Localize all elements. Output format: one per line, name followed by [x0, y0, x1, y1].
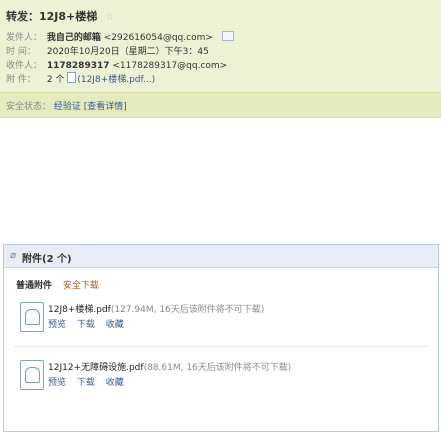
sender-label: 发件人：	[6, 33, 43, 43]
download-button[interactable]: 下载	[77, 378, 95, 388]
safe-download-tip[interactable]: 安全下载	[63, 281, 99, 291]
sender-row: 发件人： 我自己的邮箱 <292616054@qq.com>	[6, 30, 234, 43]
recipient-email[interactable]: <1178289317@qq.com>	[112, 61, 227, 71]
attachments-panel: ⌀ 附件(2 个) 普通附件 安全下载 12J8+楼梯.pdf(127.94M,…	[3, 244, 439, 432]
attachment-filename[interactable]: 12J12+无障碍设施.pdf(88.61M, 16天后该附件将不可下载)	[48, 360, 291, 373]
file-icon	[67, 72, 77, 83]
star-icon[interactable]: ☆	[105, 12, 114, 23]
attachment-item: 12J8+楼梯.pdf(127.94M, 16天后该附件将不可下载) 预览 下载…	[14, 297, 434, 345]
time-value: 2020年10月20日（星期二）下午3：45	[46, 47, 209, 57]
mail-subject: 转发：12J8+楼梯 ☆	[6, 8, 114, 24]
attachment-actions: 预览 下载 收藏	[48, 375, 132, 388]
attachment-row: 附 件： 2 个 (12J8+楼梯.pdf...)	[6, 72, 155, 85]
attachments-header: ⌀ 附件(2 个)	[4, 245, 438, 268]
paperclip-icon: ⌀	[10, 250, 17, 261]
attachment-filename[interactable]: 12J8+楼梯.pdf(127.94M, 16天后该附件将不可下载)	[48, 302, 264, 315]
sender-name[interactable]: 我自己的邮箱	[47, 33, 101, 43]
time-row: 时 间： 2020年10月20日（星期二）下午3：45	[6, 44, 209, 57]
save-button[interactable]: 收藏	[106, 378, 124, 388]
security-status: 安全状态： 经验证 [查看详情]	[6, 99, 127, 112]
preview-button[interactable]: 预览	[48, 378, 66, 388]
security-status-label: 安全状态：	[6, 102, 52, 112]
recipient-row: 收件人： 1178289317 <1178289317@qq.com>	[6, 58, 227, 71]
security-status-bar: 安全状态： 经验证 [查看详情]	[0, 92, 441, 118]
contact-card-icon[interactable]	[221, 31, 234, 41]
pdf-file-icon	[20, 360, 44, 390]
attachment-item: 12J12+无障碍设施.pdf(88.61M, 16天后该附件将不可下载) 预览…	[14, 355, 434, 403]
attachment-group-label: 普通附件	[16, 281, 53, 291]
preview-button[interactable]: 预览	[48, 320, 66, 330]
attachment-actions: 预览 下载 收藏	[48, 317, 132, 330]
security-details-link[interactable]: 经验证 [查看详情]	[54, 102, 127, 112]
save-button[interactable]: 收藏	[106, 320, 124, 330]
attachment-preview-link[interactable]: (12J8+楼梯.pdf...)	[77, 75, 155, 85]
download-button[interactable]: 下载	[77, 320, 95, 330]
pdf-file-icon	[20, 302, 44, 332]
mail-subject-text: 转发：12J8+楼梯	[6, 10, 98, 23]
time-label: 时 间：	[6, 47, 36, 57]
attachment-label: 附 件：	[6, 75, 36, 85]
attachments-title: 附件(2 个)	[22, 254, 72, 265]
attachment-count: 2 个	[46, 75, 65, 85]
attachment-divider	[14, 346, 428, 347]
attachment-group-header: 普通附件 安全下载	[16, 278, 99, 291]
recipient-label: 收件人：	[6, 61, 43, 71]
recipient-name[interactable]: 1178289317	[47, 61, 110, 71]
sender-email[interactable]: <292616054@qq.com>	[104, 33, 213, 43]
